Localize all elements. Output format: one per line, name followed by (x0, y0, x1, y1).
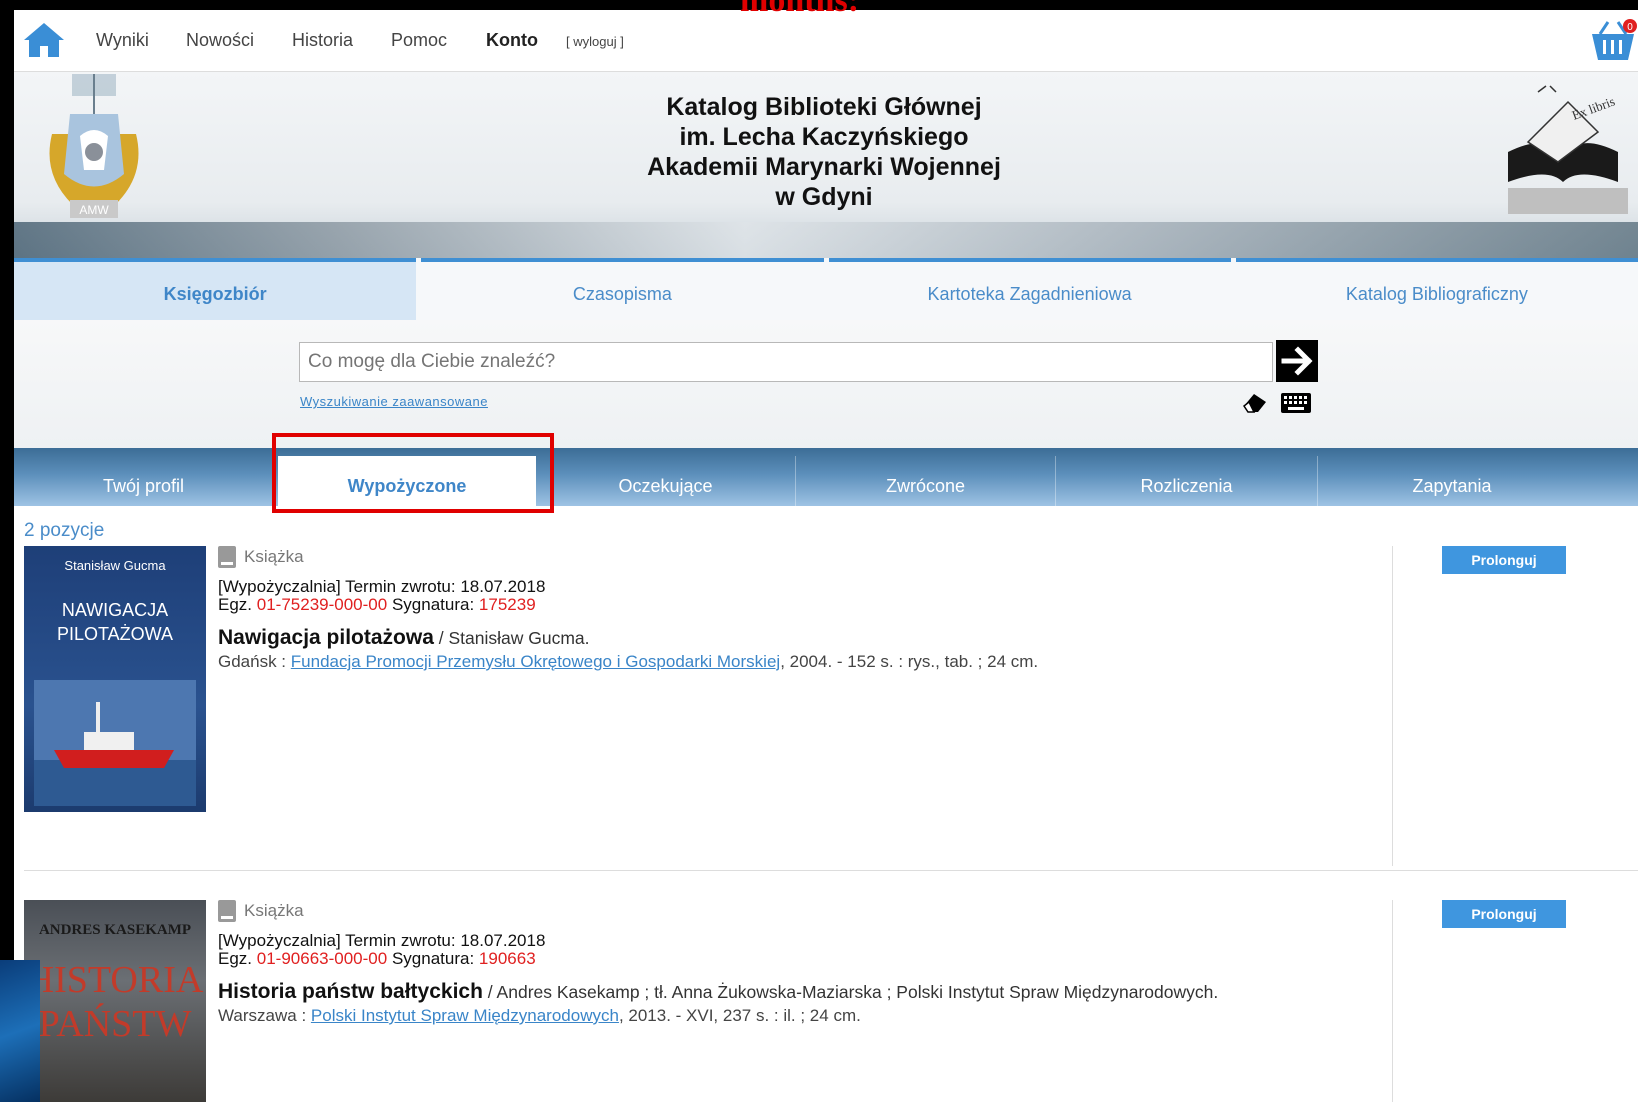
search-input[interactable] (299, 342, 1273, 382)
ex-libris-text: Ex libris (1570, 94, 1617, 123)
copy-label: Egz. (218, 949, 253, 968)
nav-pomoc[interactable]: Pomoc (391, 30, 447, 51)
book-title-line: Historia państw bałtyckich / Andres Kase… (218, 980, 1218, 1004)
due-date: [Wypożyczalnia] Termin zwrotu: 18.07.201… (218, 931, 546, 950)
book-title[interactable]: Historia państw bałtyckich (218, 980, 483, 1003)
publication-line: Warszawa : Polski Instytut Spraw Międzyn… (218, 1006, 861, 1026)
book-icon (218, 546, 236, 568)
nav-historia[interactable]: Historia (292, 30, 353, 51)
item-type: Książka (218, 546, 304, 568)
cover-title: NAWIGACJA PILOTAŻOWA (24, 598, 206, 646)
cover-title-line: HISTORIA (26, 959, 204, 1001)
nav-nowosci[interactable]: Nowości (186, 30, 254, 51)
publisher-link[interactable]: Polski Instytut Spraw Międzynarodowych (311, 1006, 619, 1025)
title-line: Akademii Marynarki Wojennej (647, 153, 1001, 181)
cover-title-line: PILOTAŻOWA (56, 624, 173, 644)
signature-number: 175239 (478, 595, 536, 614)
item-type: Książka (218, 900, 304, 922)
item-type-label: Książka (244, 901, 304, 920)
tab-zapytania[interactable]: Zapytania (1318, 456, 1586, 506)
tab-katalog-bibliograficzny[interactable]: Katalog Bibliograficzny (1235, 258, 1638, 320)
header-banner: AMW Katalog Biblioteki Głównej im. Lecha… (14, 72, 1638, 258)
tab-kartoteka-zagadnieniowa[interactable]: Kartoteka Zagadnieniowa (828, 258, 1231, 320)
eraser-icon[interactable] (1240, 390, 1268, 414)
title-line: im. Lecha Kaczyńskiego (679, 123, 969, 151)
loan-info: [Wypożyczalnia] Termin zwrotu: 18.07.201… (218, 932, 545, 968)
tab-zwrocone[interactable]: Zwrócone (796, 456, 1056, 506)
home-icon[interactable] (22, 20, 66, 60)
tab-czasopisma[interactable]: Czasopisma (421, 258, 824, 320)
ex-libris-logo: Ex libris (1508, 85, 1628, 214)
basket-icon[interactable]: 0 (1588, 16, 1638, 64)
cover-author: ANDRES KASEKAMP (38, 922, 192, 938)
publisher-link[interactable]: Fundacja Promocji Przemysłu Okrętowego i… (291, 652, 780, 671)
loan-item: Stanisław Gucma NAWIGACJA PILOTAŻOWA Ksi… (24, 546, 1638, 866)
publication-details: , 2013. - XVI, 237 s. : il. ; 24 cm. (618, 1006, 861, 1025)
tab-twoj-profil[interactable]: Twój profil (14, 456, 274, 506)
result-count: 2 pozycje (24, 520, 105, 541)
account-tabs: Twój profil Wypożyczone Oczekujące Zwróc… (14, 448, 1638, 506)
tab-ksiegozbior[interactable]: Księgozbiór (14, 258, 417, 320)
publication-line: Gdańsk : Fundacja Promocji Przemysłu Okr… (218, 652, 1038, 672)
cover-title: HISTORIA PAŃSTW (24, 958, 206, 1046)
tab-oczekujace[interactable]: Oczekujące (536, 456, 796, 506)
book-responsibility: / Stanisław Gucma. (438, 628, 590, 648)
copy-number: 01-75239-000-00 (256, 595, 388, 614)
publication-place: Gdańsk : (218, 652, 287, 671)
cover-title-line: NAWIGACJA (61, 600, 169, 620)
title-line: w Gdyni (775, 183, 873, 211)
logout-link[interactable]: [ wyloguj ] (566, 34, 624, 49)
result-separator (24, 870, 1638, 871)
search-catalog-tabs: Księgozbiór Czasopisma Kartoteka Zagadni… (14, 258, 1638, 320)
slide-corner-decoration (0, 960, 40, 1102)
search-section: Wyszukiwanie zaawansowane (14, 320, 1638, 448)
tab-wypozyczone[interactable]: Wypożyczone (278, 456, 536, 506)
book-cover: Stanisław Gucma NAWIGACJA PILOTAŻOWA (24, 546, 206, 812)
book-cover: ANDRES KASEKAMP HISTORIA PAŃSTW (24, 900, 206, 1102)
copy-label: Egz. (218, 595, 253, 614)
book-title-line: Nawigacja pilotażowa / Stanisław Gucma. (218, 626, 590, 650)
cover-title-line: PAŃSTW (38, 1003, 192, 1045)
nav-konto[interactable]: Konto (486, 30, 538, 51)
book-icon (218, 900, 236, 922)
copy-number: 01-90663-000-00 (256, 949, 388, 968)
book-responsibility: / Andres Kasekamp ; tł. Anna Żukowska-Ma… (487, 982, 1219, 1002)
signature-label: Sygnatura: (391, 595, 475, 614)
signature-label: Sygnatura: (391, 949, 475, 968)
search-button[interactable] (1276, 340, 1318, 382)
basket-count: 0 (1627, 22, 1633, 33)
publication-place: Warszawa : (218, 1006, 307, 1025)
banner-background (14, 222, 1638, 258)
advanced-search-link[interactable]: Wyszukiwanie zaawansowane (300, 394, 488, 409)
cover-ship-photo (34, 680, 196, 806)
book-title[interactable]: Nawigacja pilotażowa (218, 626, 434, 649)
keyboard-icon[interactable] (1280, 392, 1312, 414)
overlay-caption: months: (740, 0, 860, 19)
title-line: Katalog Biblioteki Głównej (666, 93, 982, 121)
due-date: [Wypożyczalnia] Termin zwrotu: 18.07.201… (218, 577, 546, 596)
arrow-right-icon (1281, 346, 1313, 376)
nav-wyniki[interactable]: Wyniki (96, 30, 149, 51)
item-type-label: Książka (244, 547, 304, 566)
amw-text: AMW (79, 203, 109, 217)
amw-emblem-logo: AMW (49, 74, 139, 218)
renew-button[interactable]: Prolonguj (1442, 546, 1566, 574)
cover-author: Stanisław Gucma (64, 558, 166, 573)
library-title: Katalog Biblioteki Głównej im. Lecha Kac… (574, 92, 1074, 212)
publication-details: , 2004. - 152 s. : rys., tab. ; 24 cm. (780, 652, 1039, 671)
loan-item: ANDRES KASEKAMP HISTORIA PAŃSTW Książka … (24, 900, 1638, 1102)
loan-info: [Wypożyczalnia] Termin zwrotu: 18.07.201… (218, 578, 545, 614)
signature-number: 190663 (478, 949, 536, 968)
tab-rozliczenia[interactable]: Rozliczenia (1056, 456, 1318, 506)
renew-button[interactable]: Prolonguj (1442, 900, 1566, 928)
